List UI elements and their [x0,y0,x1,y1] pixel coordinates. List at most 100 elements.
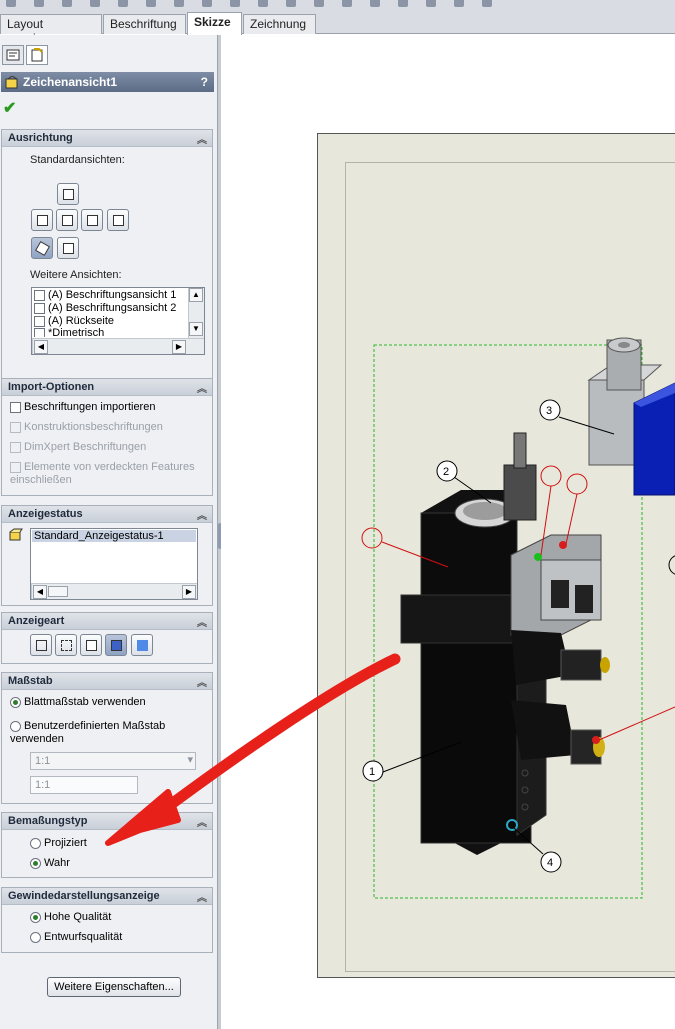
property-manager-tab[interactable] [26,45,48,65]
view-top-button[interactable] [57,183,79,205]
scroll-left-icon[interactable]: ◀ [34,340,48,354]
drawing-canvas[interactable]: 1 2 3 4 [221,35,675,1029]
tool-icon[interactable] [62,0,72,7]
projected-radio[interactable]: Projiziert [30,837,87,849]
display-state-list[interactable]: Standard_Anzeigestatus-1 ◀ ▶ [30,528,198,600]
scroll-right-icon[interactable]: ▶ [172,340,186,354]
collapse-icon[interactable]: ︽ [197,614,207,629]
list-hscrollbar[interactable]: ◀ ▶ [32,338,204,354]
dimxpert-checkbox[interactable]: DimXpert Beschriftungen [10,441,146,453]
list-hscrollbar[interactable]: ◀ ▶ [31,583,197,599]
more-properties-button[interactable]: Weitere Eigenschaften... [47,977,181,997]
view-right-button[interactable] [81,209,103,231]
high-quality-radio[interactable]: Hohe Qualität [30,911,111,923]
import-title: Import-Optionen [8,381,95,393]
view-front-button[interactable] [56,209,78,231]
wireframe-button[interactable] [30,634,52,656]
scroll-left-icon[interactable]: ◀ [33,585,47,599]
scale-field[interactable]: 1:1 [30,776,138,794]
collapse-icon[interactable]: ︽ [197,889,207,904]
pilot-valves[interactable] [510,534,602,636]
scale-header[interactable]: Maßstab ︽ [2,673,212,690]
balloon-1-label: 1 [369,766,375,778]
collapse-icon[interactable]: ︽ [197,380,207,395]
tool-icon[interactable] [174,0,184,7]
import-header[interactable]: Import-Optionen ︽ [2,379,212,396]
tab-beschriftung[interactable]: Beschriftung [103,14,186,34]
shaded-edges-button[interactable] [105,634,127,656]
hidden-features-checkbox[interactable]: Elemente von verdeckten Features einschl… [10,461,200,487]
list-item[interactable]: *Dimetrisch [34,327,104,337]
ausrichtung-title: Ausrichtung [8,132,73,144]
scale-group: Maßstab ︽ Blattmaßstab verwenden Benutzer… [1,672,213,804]
collapse-icon[interactable]: ︽ [197,674,207,689]
red-marker-balloon[interactable] [361,527,383,549]
view-left-button[interactable] [31,209,53,231]
collapse-icon[interactable]: ︽ [197,814,207,829]
balloon-4-label: 4 [547,857,553,869]
dimension-type-title: Bemaßungstyp [8,815,88,827]
custom-scale-radio[interactable]: Benutzerdefinierten Maßstab verwenden [10,720,190,746]
hidden-lines-removed-button[interactable] [80,634,102,656]
list-item[interactable]: Standard_Anzeigestatus-1 [32,530,196,542]
list-item[interactable]: (A) Beschriftungsansicht 1 [34,289,176,301]
display-state-header[interactable]: Anzeigestatus ︽ [2,506,212,523]
thread-display-title: Gewindedarstellungsanzeige [8,890,160,902]
tool-icon[interactable] [342,0,352,7]
draft-quality-radio[interactable]: Entwurfsqualität [30,931,122,943]
tool-icon[interactable] [34,0,44,7]
balloon-2-label: 2 [443,466,449,478]
scroll-down-icon[interactable]: ▼ [189,322,203,336]
tool-icon[interactable] [146,0,156,7]
dimension-type-header[interactable]: Bemaßungstyp ︽ [2,813,212,830]
coil-part[interactable] [633,382,675,496]
scroll-up-icon[interactable]: ▲ [189,288,203,302]
tool-icon[interactable] [118,0,128,7]
collapse-icon[interactable]: ︽ [197,507,207,522]
scroll-thumb[interactable] [48,586,68,597]
tool-icon[interactable] [230,0,240,7]
tab-skizze[interactable]: Skizze [187,12,242,35]
ok-check-icon[interactable]: ✔ [3,98,16,118]
hidden-lines-visible-button[interactable] [55,634,77,656]
feature-tree-tab[interactable] [2,45,24,65]
help-icon[interactable]: ? [201,75,208,89]
red-marker-balloon[interactable] [540,465,562,487]
view-bottom-button[interactable] [57,237,79,259]
tool-icon[interactable] [314,0,324,7]
balloon-partial[interactable] [668,555,675,575]
display-style-header[interactable]: Anzeigeart ︽ [2,613,212,630]
tool-icon[interactable] [482,0,492,7]
import-annotations-checkbox[interactable]: Beschriftungen importieren [10,401,155,413]
tab-zeichnung[interactable]: Zeichnung [243,14,316,34]
tool-icon[interactable] [90,0,100,7]
list-item[interactable]: (A) Beschriftungsansicht 2 [34,302,176,314]
tool-icon[interactable] [286,0,296,7]
list-item[interactable]: (A) Rückseite [34,315,114,327]
tool-icon[interactable] [6,0,16,7]
scale-combo[interactable]: 1:1 ▾ [30,752,196,770]
more-views-list[interactable]: (A) Beschriftungsansicht 1 (A) Beschrift… [31,287,205,355]
tool-icon[interactable] [426,0,436,7]
view-isometric-button[interactable] [31,237,53,259]
view-back-button[interactable] [107,209,129,231]
red-marker-balloon[interactable] [566,473,588,495]
thread-display-header[interactable]: Gewindedarstellungsanzeige ︽ [2,888,212,905]
command-manager: Layout anzeigen Beschriftung Skizze Zeic… [0,0,675,45]
collapse-icon[interactable]: ︽ [197,131,207,146]
tab-layout-anzeigen[interactable]: Layout anzeigen [0,14,102,45]
shaded-button[interactable] [131,634,153,656]
tool-icon[interactable] [258,0,268,7]
property-manager: Zeichenansicht1 ? ✔ Ausrichtung ︽ Standar… [0,35,218,1029]
standard-views-label: Standardansichten: [30,154,125,166]
true-radio[interactable]: Wahr [30,857,70,869]
tool-icon[interactable] [202,0,212,7]
list-vscrollbar[interactable]: ▲ ▼ [188,288,204,338]
tool-icon[interactable] [370,0,380,7]
tool-icon[interactable] [398,0,408,7]
construction-annotations-checkbox[interactable]: Konstruktionsbeschriftungen [10,421,163,433]
sheet-scale-radio[interactable]: Blattmaßstab verwenden [10,696,146,708]
scroll-right-icon[interactable]: ▶ [182,585,196,599]
ausrichtung-header[interactable]: Ausrichtung ︽ [2,130,212,147]
tool-icon[interactable] [454,0,464,7]
